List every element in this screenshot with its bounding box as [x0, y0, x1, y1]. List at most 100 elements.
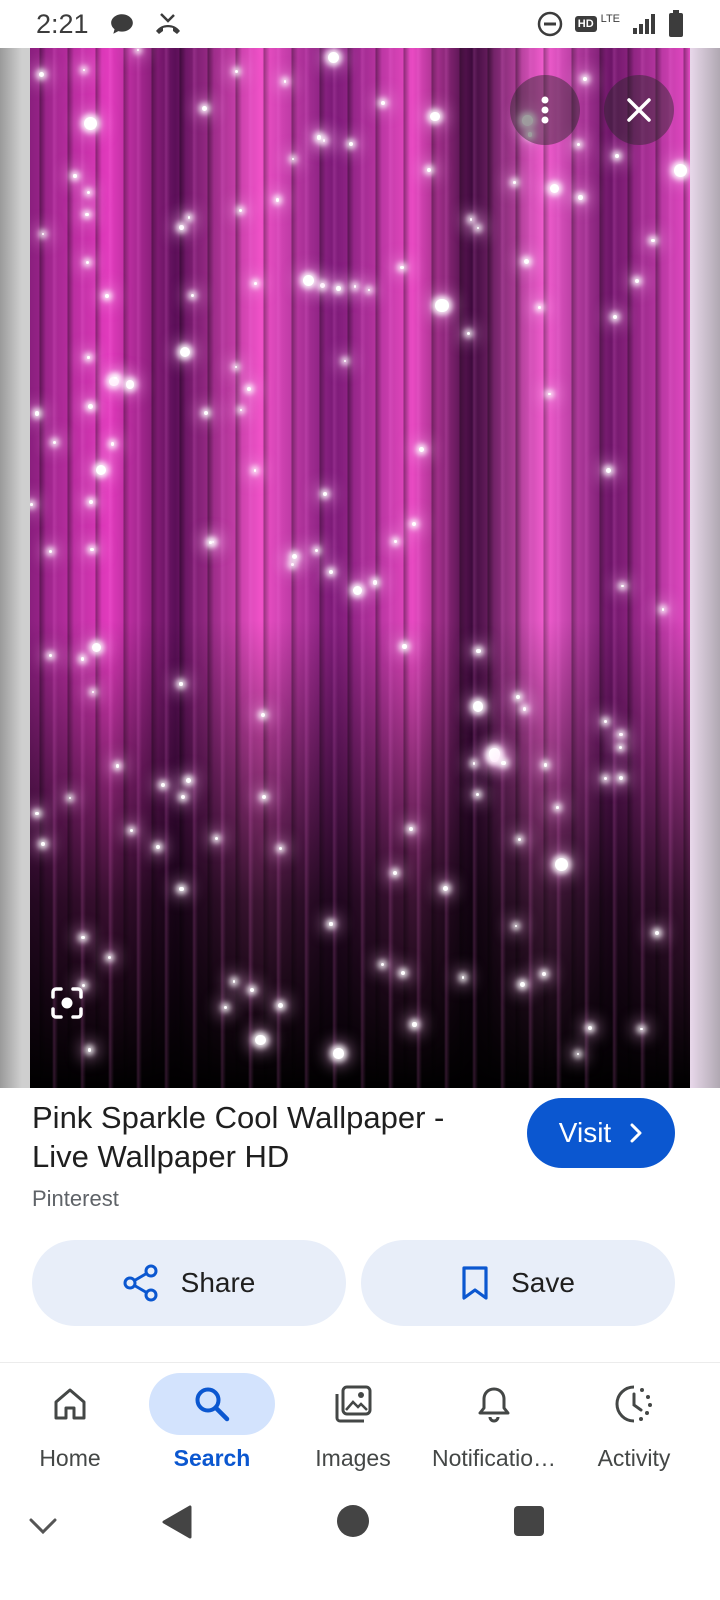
share-button[interactable]: Share	[32, 1240, 346, 1326]
sparkle-decoration	[343, 359, 347, 363]
nav-item-activity[interactable]: Activity	[562, 1363, 706, 1490]
sparkle-decoration	[249, 987, 254, 992]
chevron-down-icon[interactable]	[28, 1516, 58, 1536]
nav-label-activity: Activity	[597, 1445, 671, 1471]
sparkle-decoration	[52, 440, 57, 445]
sparkle-decoration	[114, 376, 117, 379]
nav-item-home[interactable]: Home	[0, 1363, 142, 1490]
sparkle-decoration	[89, 499, 94, 504]
sparkle-decoration	[186, 777, 191, 783]
sparkle-decoration	[115, 764, 120, 768]
sparkle-decoration	[92, 691, 95, 694]
result-title[interactable]: Pink Sparkle Cool Wallpaper - Live Wallp…	[32, 1098, 492, 1176]
sparkle-decoration	[125, 380, 135, 390]
sparkle-decoration	[156, 844, 161, 849]
sparkle-decoration	[253, 469, 257, 472]
sparkle-decoration	[605, 467, 611, 473]
lens-button[interactable]	[50, 986, 84, 1020]
home-circle-icon[interactable]	[336, 1504, 370, 1538]
sparkle-decoration	[475, 792, 479, 796]
do-not-disturb-icon	[537, 11, 562, 37]
bookmark-icon	[462, 1266, 488, 1300]
wallpaper-image[interactable]	[30, 48, 690, 1088]
sparkle-decoration	[674, 163, 688, 177]
sparkle-decoration	[466, 331, 471, 336]
sparkle-decoration	[187, 215, 191, 219]
sparkle-decoration	[39, 71, 45, 77]
sparkle-decoration	[329, 922, 333, 926]
system-navigation-bar	[0, 1490, 720, 1600]
sparkle-decoration	[619, 732, 623, 737]
sparkle-decoration	[618, 745, 623, 749]
sparkle-decoration	[612, 315, 617, 320]
result-source: Pinterest	[32, 1186, 119, 1211]
sparkle-decoration	[329, 569, 334, 575]
sparkle-decoration	[178, 225, 184, 230]
sparkle-decoration	[49, 654, 53, 658]
sparkle-decoration	[400, 970, 405, 976]
back-icon[interactable]	[160, 1504, 194, 1540]
sparkle-decoration	[537, 306, 541, 309]
sparkle-decoration	[316, 135, 322, 140]
sparkle-decoration	[85, 260, 90, 264]
nav-label-search: Search	[173, 1445, 251, 1471]
sparkle-decoration	[302, 275, 314, 287]
sparkle-decoration	[85, 212, 89, 217]
share-label: Share	[180, 1267, 256, 1298]
sparkle-decoration	[619, 776, 624, 781]
sparkle-decoration	[160, 783, 165, 788]
sparkle-decoration	[34, 411, 40, 417]
save-button[interactable]: Save	[361, 1240, 675, 1326]
search-icon	[195, 1387, 230, 1422]
sparkle-decoration	[476, 226, 479, 229]
sparkle-decoration	[214, 837, 219, 841]
save-label: Save	[511, 1267, 575, 1298]
sparkle-decoration	[411, 521, 417, 527]
sparkle-decoration	[88, 404, 93, 409]
sparkle-decoration	[254, 282, 258, 285]
nav-item-notifications[interactable]: Notificatio…	[422, 1363, 566, 1490]
nav-item-search[interactable]: Search	[140, 1363, 284, 1490]
sparkle-decoration	[87, 356, 90, 359]
bottom-navigation: Home Search Images Notificatio… Activity	[0, 1363, 720, 1490]
home-icon	[54, 1388, 86, 1420]
signal-icon	[633, 14, 655, 34]
sparkle-decoration	[279, 846, 283, 850]
sparkle-decoration	[408, 826, 414, 831]
sparkle-decoration	[40, 842, 45, 846]
sparkle-decoration	[314, 548, 318, 552]
sparkle-decoration	[333, 1048, 344, 1059]
sparkle-decoration	[179, 682, 183, 686]
sparkle-decoration	[578, 195, 583, 200]
sparkle-decoration	[587, 1026, 593, 1031]
battery-icon	[669, 10, 683, 37]
sparkle-decoration	[476, 648, 481, 654]
sparkle-decoration	[108, 955, 112, 960]
sparkle-decoration	[615, 153, 619, 158]
sparkle-decoration	[88, 1048, 92, 1052]
sparkle-decoration	[520, 981, 525, 987]
close-button[interactable]	[604, 75, 674, 145]
sparkle-decoration	[90, 547, 94, 552]
lens-icon	[51, 987, 83, 1019]
sparkle-decoration	[224, 1006, 228, 1010]
sparkle-decoration	[110, 442, 115, 446]
recents-icon[interactable]	[514, 1506, 544, 1536]
sparkle-decoration	[515, 694, 521, 700]
sparkle-decoration	[367, 289, 371, 292]
sparkle-decoration	[81, 935, 85, 940]
sparkle-decoration	[349, 142, 354, 146]
sparkle-decoration	[328, 51, 339, 63]
sparkle-decoration	[204, 411, 209, 415]
nav-item-images[interactable]: Images	[281, 1363, 425, 1490]
lte-icon: LTE	[600, 13, 620, 25]
image-viewer[interactable]	[0, 48, 720, 1088]
sparkle-decoration	[91, 643, 101, 653]
visit-button[interactable]: Visit	[527, 1098, 675, 1168]
sparkle-decoration	[488, 748, 501, 760]
more-options-button[interactable]	[510, 75, 580, 145]
status-time: 2:21	[36, 8, 89, 39]
sparkle-decoration	[260, 712, 266, 718]
sparkle-decoration	[179, 886, 184, 892]
sparkle-decoration	[434, 298, 449, 313]
